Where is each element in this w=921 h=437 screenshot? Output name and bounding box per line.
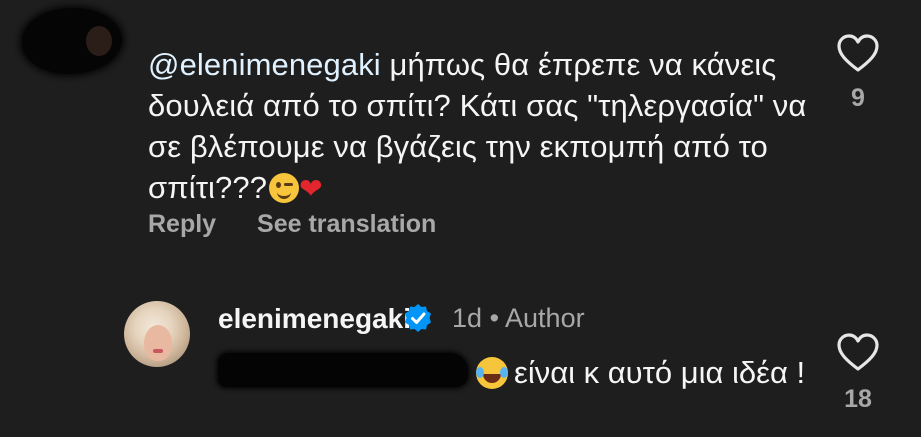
avatar[interactable] [124,301,190,367]
timestamp: 1d [452,303,483,333]
mention-link[interactable]: @elenimenegaki [148,47,381,82]
comment-item: @elenimenegaki μήπως θα έπρεπε να κάνεις… [0,0,921,270]
author-label: Author [505,303,585,333]
like-count: 18 [844,385,872,413]
comment-reply-item: elenimenegaki 1d • Author είναι κ αυτό μ… [0,285,921,437]
verified-badge-icon [403,303,433,333]
like-count: 9 [851,84,865,112]
red-heart-icon: ❤ [299,172,323,205]
like-heart-icon[interactable] [836,34,880,74]
comment-actions: Reply See translation [148,210,470,239]
face-with-tears-of-joy-icon [476,357,508,389]
like-heart-icon[interactable] [836,333,880,373]
reply-button[interactable]: Reply [148,210,216,238]
separator-dot: • [489,303,500,333]
avatar-redacted[interactable] [22,8,122,74]
comment-text: @elenimenegaki μήπως θα έπρεπε να κάνεις… [148,44,828,209]
winking-face-icon [269,173,300,203]
comment-meta: 1d • Author [452,303,585,334]
reply-body: είναι κ αυτό μια ιδέα ! [514,355,806,390]
see-translation-button[interactable]: See translation [257,210,436,238]
reply-text: είναι κ αυτό μια ιδέα ! [218,351,818,395]
username[interactable]: elenimenegaki [218,303,411,335]
